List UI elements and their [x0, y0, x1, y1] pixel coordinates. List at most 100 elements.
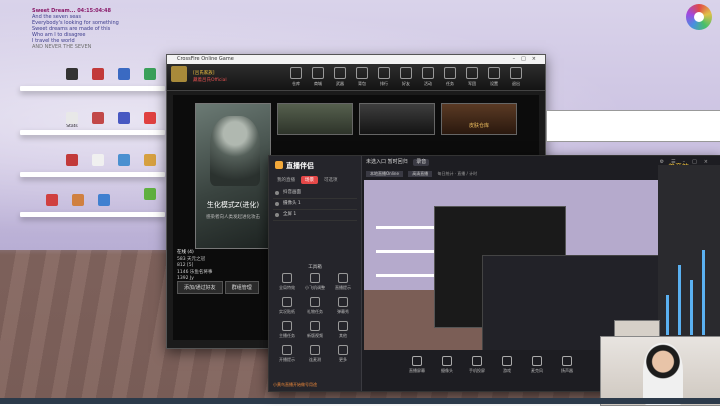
source-label: 扬声器: [561, 368, 573, 373]
tool-item[interactable]: 弹幕秀: [329, 297, 357, 315]
app-icon: [144, 154, 156, 166]
cf-nav-item[interactable]: 好友: [395, 66, 417, 88]
source-button[interactable]: 游戏: [496, 350, 518, 391]
app-logo-ball-icon[interactable]: [686, 4, 712, 30]
tool-label: 礼物任务: [307, 309, 323, 314]
cf-nav-item[interactable]: 退出: [505, 66, 527, 88]
nav-icon: [510, 67, 522, 79]
source-icon: [502, 356, 512, 366]
desktop-icon[interactable]: [40, 194, 64, 206]
source-label: 麦克风: [531, 368, 543, 373]
cf-nav-item[interactable]: 商城: [307, 66, 329, 88]
cf-nav-item[interactable]: 设置: [483, 66, 505, 88]
tool-label: 小飞机调整: [305, 285, 325, 290]
tool-icon: [310, 345, 320, 355]
player-profile[interactable]: [吕氏家族] 藏着吕氏Official: [171, 66, 269, 88]
add-friend-button[interactable]: 添加/通过好友: [177, 281, 223, 294]
app-icon: [72, 194, 84, 206]
tab-scenes[interactable]: 场景: [301, 176, 318, 184]
cf-nav-item[interactable]: 武器: [329, 66, 351, 88]
cf-nav-item[interactable]: 背包: [351, 66, 373, 88]
scene-item[interactable]: 全屏 1: [273, 210, 357, 221]
scene-item[interactable]: 抖音画面: [273, 188, 357, 199]
audio-mixer[interactable]: [658, 165, 720, 345]
info-tag[interactable]: 高清直播: [408, 171, 433, 177]
desktop-icon[interactable]: [86, 154, 110, 166]
app-icon: [144, 68, 156, 80]
desktop-icon[interactable]: [66, 194, 90, 206]
source-button[interactable]: 摄像头: [436, 350, 458, 391]
tool-item[interactable]: 主播任务: [273, 321, 301, 339]
app-icon: [144, 112, 156, 124]
tool-item[interactable]: 更多: [329, 345, 357, 363]
tool-item[interactable]: 新版视频: [301, 321, 329, 339]
soldier-art-icon: [210, 116, 260, 186]
desktop-icon[interactable]: [138, 112, 162, 124]
streamer-avatar: [643, 343, 683, 405]
crossfire-nav: 仓库 商城 武器 背包 排行 好友 活动 任务 军团 设置 退出: [285, 66, 527, 88]
cf-nav-item[interactable]: 任务: [439, 66, 461, 88]
nav-icon: [488, 67, 500, 79]
desktop-icon[interactable]: [112, 112, 136, 124]
mode-thumb-2[interactable]: [359, 103, 435, 135]
desktop-icon[interactable]: [60, 68, 84, 80]
tool-label: 主播任务: [279, 333, 295, 338]
tool-item[interactable]: 小飞机调整: [301, 273, 329, 291]
tool-icon: [282, 321, 292, 331]
desktop-icon[interactable]: [112, 154, 136, 166]
stream-badge: 录音: [413, 159, 430, 166]
desktop-icon[interactable]: [112, 68, 136, 80]
tool-item[interactable]: 全局特效: [273, 273, 301, 291]
tool-label: 直播提示: [335, 285, 351, 290]
cf-nav-item[interactable]: 活动: [417, 66, 439, 88]
window-title: CrossFire Online Game: [177, 56, 234, 62]
source-icon: [472, 356, 482, 366]
tool-item[interactable]: 礼物任务: [301, 297, 329, 315]
desktop-icon[interactable]: Stats: [60, 112, 84, 129]
cf-nav-item[interactable]: 仓库: [285, 66, 307, 88]
mode-thumb-3[interactable]: 皮肤仓库: [441, 103, 517, 135]
cf-nav-item[interactable]: 排行: [373, 66, 395, 88]
tool-item[interactable]: 其他: [329, 321, 357, 339]
tab-options[interactable]: 可选项: [320, 176, 342, 184]
app-icon: [92, 154, 104, 166]
desktop-icon[interactable]: [138, 68, 162, 80]
scene-item[interactable]: 摄像头 1: [273, 199, 357, 210]
desktop-icon[interactable]: [60, 154, 84, 166]
nav-icon: [400, 67, 412, 79]
desktop-icon[interactable]: [138, 154, 162, 166]
group-manage-button[interactable]: 群组管理: [224, 281, 259, 294]
tab-my-live[interactable]: 我的直播: [273, 176, 299, 184]
nav-icon: [422, 67, 434, 79]
crossfire-titlebar[interactable]: CrossFire Online Game –□×: [167, 55, 545, 64]
cf-nav-item[interactable]: 军团: [461, 66, 483, 88]
window-controls[interactable]: –□×: [513, 55, 542, 64]
desktop-icon[interactable]: [86, 68, 110, 80]
source-button[interactable]: 麦克风: [526, 350, 548, 391]
overlay-lyrics: Sweet Dream... 04:15:04:48 And the seven…: [32, 8, 119, 50]
toolbox-grid: 全局特效 小飞机调整 直播提示实况贴纸 礼物任务 弹幕秀主播任务 新版视频 其他开播提示 连麦…: [273, 273, 357, 363]
mode-thumb-1[interactable]: [277, 103, 353, 135]
info-tag[interactable]: 本地直播Online: [366, 171, 403, 177]
notice-text[interactable]: 小黄鸟直播开始做号用途: [273, 382, 317, 388]
banner-title: 生化模式Z(进化): [206, 201, 260, 209]
desktop-icon[interactable]: [86, 112, 110, 124]
stream-title[interactable]: 未选入口 暂时回归: [366, 159, 408, 165]
desktop-shelf: [20, 172, 165, 177]
tool-item[interactable]: 连麦测: [301, 345, 329, 363]
tool-item[interactable]: 直播提示: [329, 273, 357, 291]
tool-item[interactable]: 开播提示: [273, 345, 301, 363]
mode-banner[interactable]: 生化模式Z(进化) 感染者向人类发起进化攻击: [195, 103, 271, 249]
source-button[interactable]: 扬声器: [556, 350, 578, 391]
source-button[interactable]: 手机投屏: [466, 350, 488, 391]
source-button[interactable]: 直播屏幕: [406, 350, 428, 391]
tool-item[interactable]: 实况贴纸: [273, 297, 301, 315]
source-icon: [442, 356, 452, 366]
tool-icon: [282, 297, 292, 307]
nav-icon: [290, 67, 302, 79]
browser-window[interactable]: [546, 110, 720, 142]
desktop-icon[interactable]: [92, 194, 116, 206]
app-icon: [66, 112, 78, 124]
desktop-icon[interactable]: [138, 188, 162, 200]
webcam-feed: [600, 336, 720, 406]
